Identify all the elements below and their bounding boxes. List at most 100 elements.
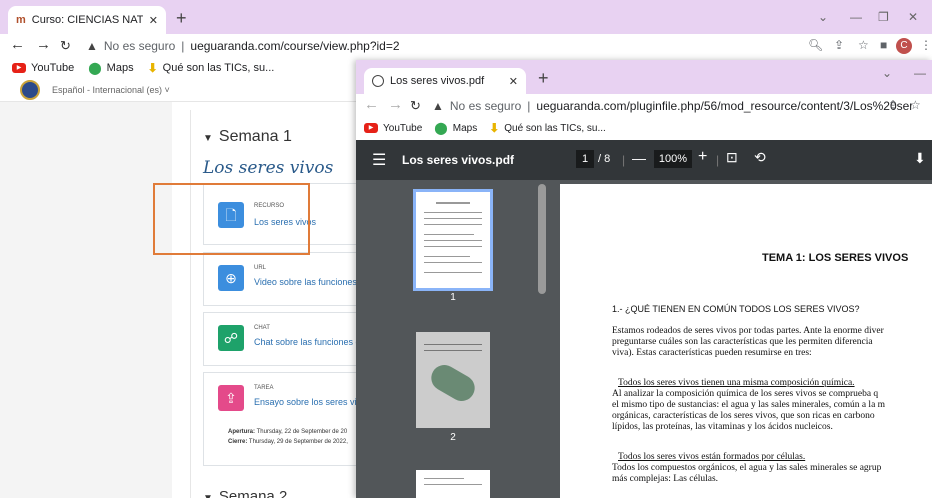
- browser-toolbar: ← → ↻ ▲ No es seguro | ueguaranda.com/co…: [0, 34, 932, 58]
- closing-date: Cierre: Thursday, 29 de September de 202…: [228, 439, 348, 445]
- bookmark-maps[interactable]: ⬤ Maps: [434, 121, 477, 135]
- pdf-browser-window: Los seres vivos.pdf ✕ + ⌄ — ← → ↻ ▲ No e…: [356, 60, 932, 498]
- zoom-out-button[interactable]: —: [632, 150, 646, 166]
- thumb-line: [424, 212, 482, 213]
- chevron-down-icon[interactable]: ⌄: [818, 10, 828, 24]
- chevron-down-icon[interactable]: ⌄: [882, 66, 892, 80]
- thumbnail-scrollbar[interactable]: [538, 184, 546, 294]
- page-number-input[interactable]: 1: [576, 150, 594, 168]
- download-bookmark-icon: ⬇: [489, 121, 500, 135]
- activity-link[interactable]: Ensayo sobre los seres vivos: [254, 397, 371, 407]
- thumb-line: [424, 478, 464, 479]
- page-text: Al analizar la composición química de lo…: [612, 389, 879, 399]
- maps-pin-icon: ⬤: [88, 61, 102, 75]
- fit-page-icon[interactable]: ⊡: [726, 149, 738, 166]
- share-icon[interactable]: ⇪: [834, 38, 844, 52]
- reload-icon[interactable]: ↻: [60, 38, 71, 54]
- pdf-viewer: TEMA 1: LOS SERES VIVOS 1.- ¿QUÉ TIENEN …: [548, 180, 932, 498]
- chevron-down-icon[interactable]: ▼: [203, 133, 213, 144]
- thumb-line: [424, 240, 482, 241]
- maps-pin-icon: ⬤: [434, 121, 448, 135]
- opening-date: Apertura: Thursday, 22 de September de 2…: [228, 429, 348, 435]
- divider: |: [716, 153, 720, 167]
- page-text: orgánicas, características de los seres …: [612, 411, 875, 421]
- thumb-line: [436, 202, 470, 204]
- activity-link[interactable]: Video sobre las funciones de: [254, 277, 369, 287]
- star-icon[interactable]: ☆: [858, 38, 869, 52]
- rotate-icon[interactable]: ⟲: [754, 149, 766, 166]
- restore-icon[interactable]: ❐: [878, 10, 889, 24]
- close-window-icon[interactable]: ✕: [908, 10, 918, 24]
- minimize-icon[interactable]: —: [850, 10, 862, 24]
- bookmark-tics[interactable]: ⬇ Qué son las TICs, su...: [489, 121, 606, 135]
- divider: |: [622, 153, 626, 167]
- star-icon[interactable]: ☆: [910, 98, 921, 112]
- school-logo[interactable]: [20, 79, 40, 100]
- week-2-heading[interactable]: ▼Semana 2: [203, 488, 287, 498]
- globe-icon: ⊕: [218, 265, 244, 291]
- back-arrow-icon[interactable]: ←: [10, 36, 25, 53]
- activity-assignment[interactable]: ⇪ TAREA Ensayo sobre los seres vivos Ape…: [203, 372, 371, 466]
- sidepanel-icon[interactable]: ■: [880, 38, 887, 52]
- page-heading: TEMA 1: LOS SERES VIVOS: [762, 252, 909, 264]
- forward-arrow-icon[interactable]: →: [388, 96, 403, 113]
- page-text: viva). Estas características pueden resu…: [612, 348, 812, 358]
- moodle-favicon-icon: m: [16, 14, 26, 26]
- activity-url[interactable]: ⊕ URL Video sobre las funciones de: [203, 252, 369, 306]
- zoom-level-input[interactable]: 100%: [654, 150, 692, 168]
- bookmark-youtube[interactable]: ▶ YouTube: [12, 62, 74, 74]
- download-icon[interactable]: ⬇: [914, 150, 926, 167]
- address-bar[interactable]: ▲ No es seguro | ueguaranda.com/pluginfi…: [432, 96, 912, 116]
- thumbnail-page-1[interactable]: [413, 189, 493, 291]
- activity-link[interactable]: Chat sobre las funciones de: [254, 337, 366, 347]
- thumbnail-page-2[interactable]: [416, 332, 490, 428]
- divider: |: [527, 99, 531, 113]
- zoom-icon[interactable]: 🔍︎: [808, 38, 823, 52]
- profile-avatar[interactable]: C: [896, 38, 912, 54]
- pdf-toolbar: ← → ↻ ▲ No es seguro | ueguaranda.com/pl…: [356, 94, 932, 118]
- hamburger-menu-icon[interactable]: ☰: [372, 150, 386, 170]
- url-text: ueguaranda.com/pluginfile.php/56/mod_res…: [536, 99, 912, 113]
- new-tab-button[interactable]: +: [538, 68, 549, 89]
- minimize-icon[interactable]: —: [914, 66, 926, 80]
- forward-arrow-icon[interactable]: →: [36, 36, 51, 53]
- warning-icon: ▲: [86, 39, 98, 53]
- tab-title: Los seres vivos.pdf: [390, 75, 485, 87]
- activity-chat[interactable]: ☍ CHAT Chat sobre las funciones de: [203, 312, 366, 366]
- activity-kind: TAREA: [254, 385, 274, 391]
- page-text: Todos los compuestos orgánicos, el agua …: [612, 463, 882, 473]
- pdf-viewer-toolbar: ☰ Los seres vivos.pdf 1 / 8 | — 100% + |…: [356, 140, 932, 180]
- thumb-line: [424, 484, 482, 485]
- tab-course[interactable]: m Curso: CIENCIAS NATURALES ✕: [8, 6, 166, 34]
- new-tab-button[interactable]: +: [176, 8, 187, 29]
- reload-icon[interactable]: ↻: [410, 98, 421, 114]
- page-text: más complejas: Las células.: [612, 474, 719, 484]
- thumbnail-label: 1: [450, 292, 456, 303]
- tab-pdf[interactable]: Los seres vivos.pdf ✕: [364, 68, 526, 94]
- address-bar[interactable]: ▲ No es seguro | ueguaranda.com/course/v…: [86, 35, 876, 57]
- thumb-line: [424, 344, 482, 345]
- upload-icon: ⇪: [218, 385, 244, 411]
- divider: |: [181, 39, 185, 53]
- close-icon[interactable]: ✕: [149, 14, 158, 27]
- week-1-topic: Los seres vivos: [203, 158, 334, 178]
- bookmark-maps[interactable]: ⬤ Maps: [88, 61, 133, 75]
- chat-icon: ☍: [218, 325, 244, 351]
- week-1-heading[interactable]: ▼ Semana 1: [203, 128, 298, 146]
- thumb-line: [424, 262, 482, 263]
- bookmark-youtube[interactable]: ▶ YouTube: [364, 123, 422, 134]
- page-text: Estamos rodeados de seres vivos por toda…: [612, 326, 884, 336]
- thumbnail-page-3[interactable]: [416, 470, 490, 498]
- share-icon[interactable]: ⇪: [888, 98, 898, 112]
- close-icon[interactable]: ✕: [509, 75, 518, 88]
- back-arrow-icon[interactable]: ←: [364, 96, 379, 113]
- menu-icon[interactable]: ⋮: [920, 38, 932, 52]
- chevron-down-icon[interactable]: ▼: [203, 493, 213, 498]
- language-selector[interactable]: Español - Internacional (es) ˅: [52, 85, 170, 95]
- zoom-in-button[interactable]: +: [698, 148, 707, 166]
- bookmark-tics[interactable]: ⬇ Qué son las TICs, su...: [148, 61, 275, 75]
- tab-strip: m Curso: CIENCIAS NATURALES ✕ + ⌄ — ❐ ✕: [0, 0, 932, 34]
- page-subheading: Todos los seres vivos están formados por…: [618, 452, 806, 462]
- youtube-icon: ▶: [364, 123, 378, 133]
- bookmarks-bar: ▶ YouTube ⬤ Maps ⬇ Qué son las TICs, su...: [356, 118, 932, 138]
